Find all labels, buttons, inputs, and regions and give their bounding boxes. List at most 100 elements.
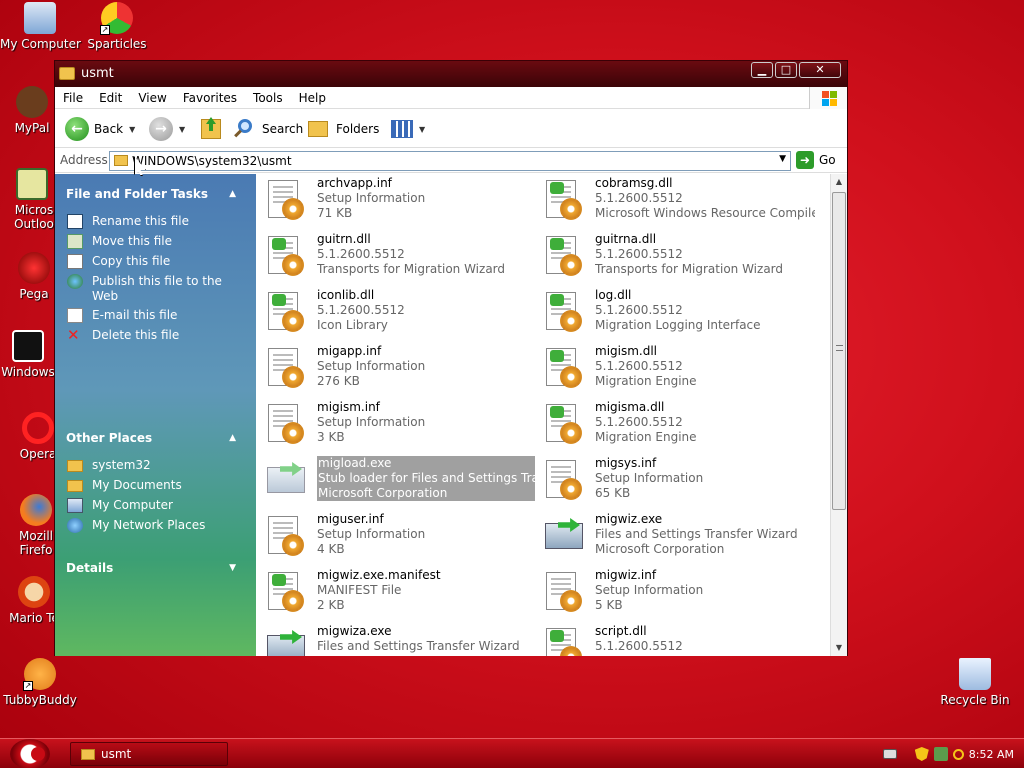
menu-edit[interactable]: Edit — [91, 91, 130, 105]
file-item[interactable]: migwiza.exe Files and Settings Transfer W… — [260, 622, 532, 656]
place-system32[interactable]: system32 — [67, 458, 247, 473]
file-detail: 3 KB — [317, 430, 345, 444]
explorer-window[interactable]: usmt ▁ □ ✕ File Edit View Favorites Tool… — [54, 60, 848, 656]
desktop-icon-tubbybuddy[interactable]: ↗ TubbyBuddy — [0, 658, 80, 707]
file-item[interactable]: migism.inf Setup Information 3 KB — [260, 398, 532, 452]
file-item-selected[interactable]: migload.exe Stub loader for Files and Set… — [260, 454, 535, 508]
scrollbar-thumb[interactable] — [832, 192, 846, 510]
start-button[interactable] — [10, 739, 50, 768]
task-email[interactable]: E-mail this file — [67, 308, 247, 323]
search-tray-icon[interactable] — [952, 748, 964, 760]
desktop-icon-label: TubbyBuddy — [3, 693, 77, 707]
chevron-down-icon[interactable]: ▼ — [779, 154, 786, 164]
file-type: Setup Information — [595, 583, 704, 597]
file-folder-tasks-header[interactable]: File and Folder Tasks — [66, 187, 208, 201]
place-label: My Network Places — [92, 518, 206, 532]
address-input[interactable]: WINDOWS\system32\usmt ▼ — [109, 151, 791, 171]
file-item[interactable]: migwiz.exe.manifest MANIFEST File 2 KB — [260, 566, 532, 620]
file-detail: 276 KB — [317, 374, 360, 388]
scroll-up-icon[interactable]: ▲ — [831, 174, 847, 190]
place-my-network[interactable]: My Network Places — [67, 518, 247, 533]
desktop-icon-sparticles[interactable]: ↗ Sparticles — [77, 2, 157, 51]
vertical-scrollbar[interactable]: ▲ ▼ — [830, 174, 847, 656]
forward-button[interactable]: → ▼ — [149, 116, 185, 142]
maximize-button[interactable]: □ — [775, 62, 797, 78]
task-pane: File and Folder Tasks ▲ Rename this file… — [55, 174, 256, 656]
file-item[interactable]: migapp.inf Setup Information 276 KB — [260, 342, 532, 396]
other-places-header[interactable]: Other Places — [66, 431, 152, 445]
title-bar[interactable]: usmt ▁ □ ✕ — [55, 61, 847, 87]
place-my-documents[interactable]: My Documents — [67, 478, 247, 493]
file-name: migload.exe — [318, 456, 392, 470]
dll-icon — [265, 291, 307, 335]
network-tray-icon[interactable] — [933, 747, 948, 761]
scroll-down-icon[interactable]: ▼ — [831, 640, 847, 656]
file-item[interactable]: migisma.dll 5.1.2600.5512 Migration Engine — [538, 398, 810, 452]
dll-icon — [543, 235, 585, 279]
file-name: archvapp.inf — [317, 176, 392, 190]
file-item[interactable]: archvapp.inf Setup Information 71 KB — [260, 174, 532, 228]
task-publish[interactable]: Publish this file to the Web — [67, 274, 247, 304]
mypal-icon — [16, 86, 48, 118]
file-item[interactable]: miguser.inf Setup Information 4 KB — [260, 510, 532, 564]
details-header[interactable]: Details — [66, 561, 113, 575]
file-version: 5.1.2600.5512 — [317, 247, 405, 261]
collapse-icon[interactable]: ▲ — [229, 433, 236, 443]
views-button[interactable]: ▼ — [391, 116, 425, 142]
collapse-icon[interactable]: ▲ — [229, 189, 236, 199]
place-label: system32 — [92, 458, 151, 472]
firefox-icon — [20, 494, 52, 526]
task-move[interactable]: Move this file — [67, 234, 247, 249]
file-type: MANIFEST File — [317, 583, 402, 597]
menu-favorites[interactable]: Favorites — [175, 91, 245, 105]
forward-arrow-icon: → — [149, 117, 173, 141]
task-label: Copy this file — [92, 254, 171, 268]
file-item[interactable]: iconlib.dll 5.1.2600.5512 Icon Library — [260, 286, 532, 340]
taskbar-item-usmt[interactable]: usmt — [70, 742, 228, 766]
task-rename[interactable]: Rename this file — [67, 214, 247, 229]
file-name: migism.inf — [317, 400, 380, 414]
task-delete[interactable]: ✕ Delete this file — [67, 328, 247, 343]
back-label: Back — [94, 122, 124, 136]
file-item[interactable]: guitrna.dll 5.1.2600.5512 Transports for M… — [538, 230, 810, 284]
desktop-icon-recycle-bin[interactable]: Recycle Bin — [935, 658, 1015, 707]
minimize-button[interactable]: ▁ — [751, 62, 773, 78]
file-item[interactable]: migism.dll 5.1.2600.5512 Migration Engine — [538, 342, 810, 396]
desktop-icon-label: Sparticles — [87, 37, 147, 51]
file-item[interactable]: cobramsg.dll 5.1.2600.5512 Microsoft Windo… — [538, 174, 815, 228]
file-item[interactable]: log.dll 5.1.2600.5512 Migration Logging In… — [538, 286, 810, 340]
desktop-icon-my-computer[interactable]: My Computer — [0, 2, 81, 51]
go-button[interactable]: ➜ Go — [796, 151, 836, 169]
file-name: migisma.dll — [595, 400, 665, 414]
setup-inf-icon — [265, 347, 307, 391]
folders-button[interactable]: Folders — [308, 116, 379, 142]
place-my-computer[interactable]: My Computer — [67, 498, 247, 513]
file-item[interactable]: guitrn.dll 5.1.2600.5512 Transports for Mi… — [260, 230, 532, 284]
search-button[interactable]: Search — [233, 116, 303, 142]
task-copy[interactable]: Copy this file — [67, 254, 247, 269]
file-item[interactable]: migwiz.exe Files and Settings Transfer Wi… — [538, 510, 810, 564]
menu-view[interactable]: View — [130, 91, 174, 105]
go-label: Go — [819, 153, 836, 167]
menu-help[interactable]: Help — [291, 91, 334, 105]
file-item[interactable]: migsys.inf Setup Information 65 KB — [538, 454, 810, 508]
setup-inf-icon — [265, 179, 307, 223]
file-type: Setup Information — [317, 527, 426, 541]
expand-icon[interactable]: ▼ — [229, 563, 236, 573]
shield-icon[interactable] — [914, 747, 929, 761]
address-label: Address — [60, 153, 108, 167]
back-button[interactable]: ← Back ▼ — [65, 116, 135, 142]
menu-file[interactable]: File — [55, 91, 91, 105]
file-item[interactable]: script.dll 5.1.2600.5512 — [538, 622, 810, 656]
rename-icon — [67, 214, 83, 229]
file-item[interactable]: migwiz.inf Setup Information 5 KB — [538, 566, 810, 620]
menu-tools[interactable]: Tools — [245, 91, 291, 105]
views-icon — [391, 120, 413, 138]
exe-icon — [543, 515, 585, 559]
clock[interactable]: 8:52 AM — [969, 748, 1014, 761]
up-folder-button[interactable] — [201, 116, 221, 142]
file-name: migapp.inf — [317, 344, 382, 358]
file-version: 5.1.2600.5512 — [595, 303, 683, 317]
close-button[interactable]: ✕ — [799, 62, 841, 78]
keyboard-icon[interactable] — [882, 749, 897, 759]
